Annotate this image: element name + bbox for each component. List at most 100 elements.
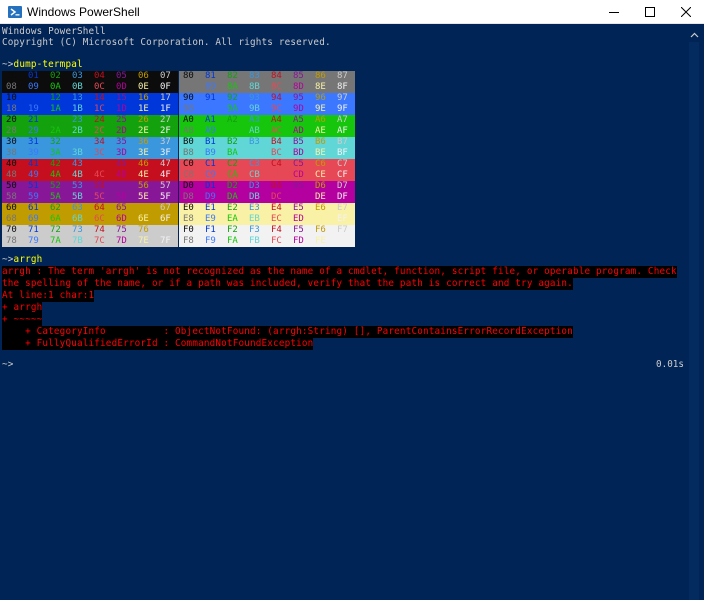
palette-cell: D1 <box>201 181 223 192</box>
palette-cell: 7B <box>68 236 90 247</box>
command: dump-termpal <box>13 59 83 70</box>
palette-cell: 17 <box>156 93 178 104</box>
palette-cell: 89 <box>201 82 223 93</box>
scroll-up-arrow-icon[interactable] <box>685 27 704 41</box>
console-output[interactable]: Windows PowerShell Copyright (C) Microso… <box>2 25 685 600</box>
palette-cell: 1F <box>156 104 178 115</box>
palette-cell: 27 <box>156 115 178 126</box>
palette-cell: 6B <box>68 214 90 225</box>
palette-cell: C1 <box>201 159 223 170</box>
palette-cell: F2 <box>223 225 245 236</box>
palette-cell: C7 <box>333 159 355 170</box>
palette-cell: DE <box>311 192 333 203</box>
palette-cell: A9 <box>201 126 223 137</box>
palette-cell: 9F <box>333 104 355 115</box>
palette-cell: 0A <box>46 82 68 93</box>
minimize-button[interactable] <box>596 0 632 24</box>
palette-cell: 35 <box>112 137 134 148</box>
palette-cell: FF <box>333 236 355 247</box>
palette-cell: 58 <box>2 192 24 203</box>
prompt: ~> <box>2 59 14 70</box>
palette-cell: 02 <box>46 71 68 82</box>
palette-cell: 91 <box>201 93 223 104</box>
palette-cell: 9E <box>311 104 333 115</box>
palette-cell: E4 <box>267 203 289 214</box>
palette-cell: CF <box>333 170 355 181</box>
palette-cell: 30 <box>2 137 24 148</box>
palette-cell: BA <box>223 148 245 159</box>
palette-cell: 3E <box>134 148 156 159</box>
maximize-button[interactable] <box>632 0 668 24</box>
palette-cell: 97 <box>333 93 355 104</box>
palette-cell: EF <box>333 214 355 225</box>
palette-cell: 4E <box>134 170 156 181</box>
palette-cell: 1A <box>46 104 68 115</box>
palette-cell: FD <box>289 236 311 247</box>
palette-cell: 4F <box>156 170 178 181</box>
vertical-scrollbar[interactable] <box>685 25 704 600</box>
palette-cell: D0 <box>179 181 201 192</box>
palette-cell: 95 <box>289 93 311 104</box>
palette-cell: 51 <box>24 181 46 192</box>
palette-cell: D5 <box>289 181 311 192</box>
palette-cell: 71 <box>24 225 46 236</box>
palette-cell: 65 <box>112 203 134 214</box>
palette-cell: 14 <box>90 93 112 104</box>
palette-cell: 6C <box>90 214 112 225</box>
palette-cell: 85 <box>289 71 311 82</box>
palette-cell: 74 <box>90 225 112 236</box>
palette-cell: FE <box>311 236 333 247</box>
window-title: Windows PowerShell <box>27 5 140 19</box>
title-bar[interactable]: Windows PowerShell <box>0 0 704 24</box>
palette-cell: 66 <box>134 203 156 214</box>
palette-cell: A1 <box>201 115 223 126</box>
palette-cell: 18 <box>2 104 24 115</box>
palette-cell: 36 <box>134 137 156 148</box>
palette-cell: 8A <box>223 82 245 93</box>
palette-cell: 5E <box>134 192 156 203</box>
palette-cell: B4 <box>267 137 289 148</box>
palette-cell: C2 <box>223 159 245 170</box>
palette-cell: DB <box>245 192 267 203</box>
palette-cell: 41 <box>24 159 46 170</box>
palette-cell: AB <box>245 126 267 137</box>
palette-cell: 26 <box>134 115 156 126</box>
palette-cell: 86 <box>311 71 333 82</box>
palette-cell: B7 <box>333 137 355 148</box>
palette-cell: 12 <box>46 93 68 104</box>
palette-cell: 16 <box>134 93 156 104</box>
palette-cell: CC <box>267 170 289 181</box>
palette-cell: 76 <box>134 225 156 236</box>
palette-cell: 7C <box>90 236 112 247</box>
palette-cell: 9B <box>245 104 267 115</box>
palette-cell: 20 <box>2 115 24 126</box>
palette-cell: 93 <box>245 93 267 104</box>
palette-cell: 5B <box>68 192 90 203</box>
error-line: + FullyQualifiedErrorId : CommandNotFoun… <box>2 338 314 350</box>
palette-cell: 67 <box>156 203 178 214</box>
palette-cell: E9 <box>201 214 223 225</box>
palette-cell: EE <box>311 214 333 225</box>
palette-cell: BC <box>267 148 289 159</box>
palette-cell: 7D <box>112 236 134 247</box>
palette-cell: 22 <box>46 115 68 126</box>
palette-cell: 50 <box>2 181 24 192</box>
palette-cell: BE <box>311 148 333 159</box>
palette-cell: C4 <box>267 159 289 170</box>
palette-cell: 39 <box>24 148 46 159</box>
scrollbar-thumb[interactable] <box>689 42 699 600</box>
palette-cell: AD <box>289 126 311 137</box>
palette-cell: FA <box>223 236 245 247</box>
close-button[interactable] <box>668 0 704 24</box>
palette-cell: 6D <box>112 214 134 225</box>
palette-cell: 82 <box>223 71 245 82</box>
palette-cell: C6 <box>311 159 333 170</box>
palette-cell: 79 <box>24 236 46 247</box>
palette-cell: A3 <box>245 115 267 126</box>
palette-cell: 64 <box>90 203 112 214</box>
palette-cell: 7F <box>156 236 178 247</box>
palette-cell: 92 <box>223 93 245 104</box>
palette-cell: 5D <box>112 192 134 203</box>
palette-cell: 9A <box>223 104 245 115</box>
palette-cell: 34 <box>90 137 112 148</box>
